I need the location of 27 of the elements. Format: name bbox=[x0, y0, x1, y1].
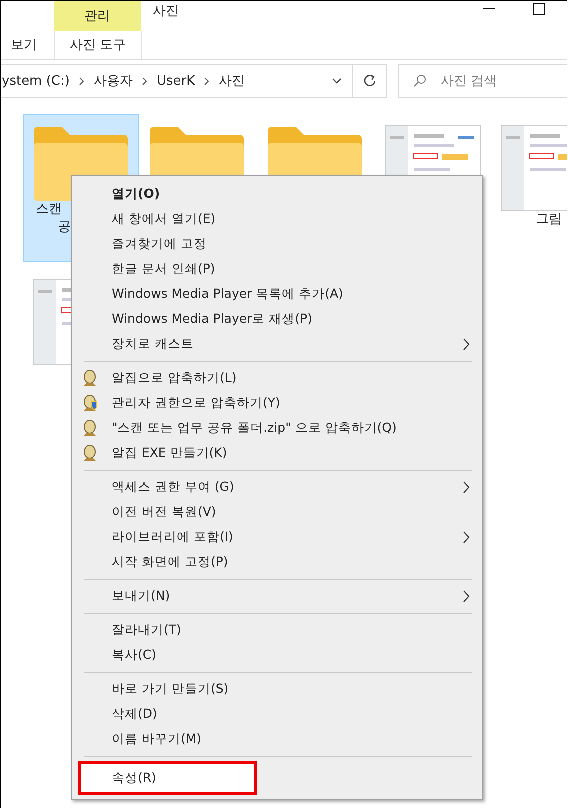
menu-item-label: 보내기(N) bbox=[112, 588, 172, 605]
context-tab-label: 관리 bbox=[54, 1, 141, 31]
menu-item-label: 이름 바꾸기(M) bbox=[112, 731, 203, 748]
menu-item-label: 한글 문서 인쇄(P) bbox=[112, 261, 216, 278]
menu-item-label: "스캔 또는 업무 공유 폴더.zip" 으로 압축하기(Q) bbox=[112, 420, 398, 437]
menu-item-label: 삭제(D) bbox=[112, 706, 158, 723]
menu-item-label: 라이브러리에 포함(I) bbox=[112, 529, 234, 546]
menu-item-label: 즐겨찾기에 고정 bbox=[112, 236, 208, 253]
menu-item-label: Windows Media Player 목록에 추가(A) bbox=[112, 286, 344, 303]
menu-item-label: 열기(O) bbox=[112, 186, 162, 203]
menu-item-label: 잘라내기(T) bbox=[112, 622, 182, 639]
menu-item-label: 이전 버전 복원(V) bbox=[112, 504, 218, 521]
window-title: 사진 bbox=[153, 3, 179, 20]
file-name: 그림 bbox=[536, 211, 562, 229]
menu-item-label: 바로 가기 만들기(S) bbox=[112, 681, 230, 698]
menu-item-label: 관리자 권한으로 압축하기(Y) bbox=[112, 395, 282, 412]
file-name: 스캔 bbox=[36, 201, 62, 219]
menu-item-label: 액세스 권한 부여 (G) bbox=[112, 479, 236, 496]
menu-item-label: 시작 화면에 고정(P) bbox=[112, 554, 230, 571]
menu-item-label: 새 창에서 열기(E) bbox=[112, 211, 217, 228]
menu-item-label: Windows Media Player로 재생(P) bbox=[112, 311, 314, 328]
menu-item-label: 알집 EXE 만들기(K) bbox=[112, 445, 228, 462]
menu-item-label: 속성(R) bbox=[112, 770, 158, 786]
menu-item-label: 장치로 캐스트 bbox=[112, 336, 195, 353]
file-name: 공 bbox=[58, 219, 71, 237]
menu-item-label: 알집으로 압축하기(L) bbox=[112, 370, 238, 387]
menu-item-label: 복사(C) bbox=[112, 647, 158, 664]
